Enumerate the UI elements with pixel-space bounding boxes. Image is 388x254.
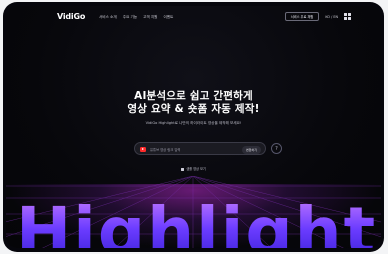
hero-title: AI분석으로 쉽고 간편하게 영상 요약 & 숏폼 자동 제작! (6, 90, 381, 116)
link-search-bar: 유튜브 영상 링크 입력 변환하기 (134, 142, 266, 155)
free-trial-button[interactable]: 서비스 무료 체험 (284, 12, 320, 21)
menu-item-events[interactable]: 이벤트 (163, 15, 173, 20)
youtube-icon (140, 146, 146, 152)
device-bezel: VidiGo 서비스 소개 주요 기능 고객 지원 이벤트 서비스 무료 체험 … (3, 2, 384, 252)
top-nav: VidiGo 서비스 소개 주요 기능 고객 지원 이벤트 서비스 무료 체험 … (6, 6, 381, 28)
grid-icon[interactable] (344, 13, 351, 20)
play-icon (181, 167, 185, 171)
hero-title-line-2: 영상 요약 & 숏폼 자동 제작! (127, 103, 260, 115)
nav-actions: 서비스 무료 체험 KO / EN (284, 12, 351, 21)
highlight-wordmark: Highlight (16, 199, 377, 249)
url-input[interactable]: 유튜브 영상 링크 입력 (150, 147, 230, 152)
language-toggle[interactable]: KO / EN (325, 15, 338, 19)
convert-button[interactable]: 변환하기 (241, 145, 261, 154)
window-frame: VidiGo 서비스 소개 주요 기능 고객 지원 이벤트 서비스 무료 체험 … (0, 0, 388, 254)
sample-video-link[interactable]: 샘플 영상 보기 (6, 166, 381, 171)
hero-subtitle: VidiGo Highlight로 나만의 하이라이트 영상을 제작해 보세요! (145, 121, 242, 125)
logo[interactable]: VidiGo (57, 12, 85, 21)
sample-video-label: 샘플 영상 보기 (186, 167, 206, 171)
menu-item-intro[interactable]: 서비스 소개 (99, 15, 117, 20)
hero-title-line-1: AI분석으로 쉽고 간편하게 (134, 90, 253, 102)
menu-item-support[interactable]: 고객 지원 (143, 15, 157, 20)
help-icon[interactable]: ? (271, 143, 282, 154)
main-menu: 서비스 소개 주요 기능 고객 지원 이벤트 (99, 15, 173, 20)
landing-page: VidiGo 서비스 소개 주요 기능 고객 지원 이벤트 서비스 무료 체험 … (6, 6, 381, 248)
menu-item-features[interactable]: 주요 기능 (123, 15, 137, 20)
